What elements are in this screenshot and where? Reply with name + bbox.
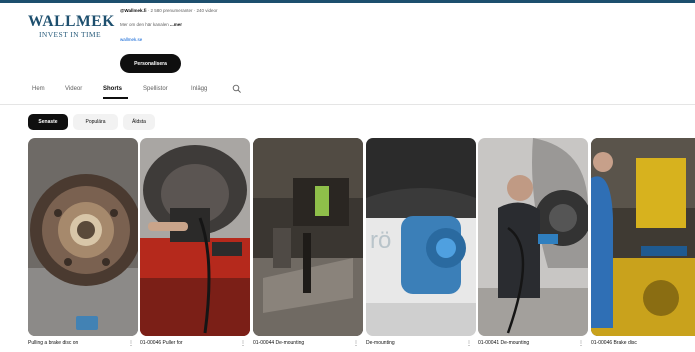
tab-videos[interactable]: Videor	[65, 86, 82, 92]
short-thumbnail-image	[253, 138, 363, 336]
search-icon[interactable]	[232, 84, 242, 94]
short-thumbnail-image	[28, 138, 138, 336]
short-thumbnail[interactable]	[253, 138, 363, 336]
svg-text:rö: rö	[370, 227, 391, 254]
short-title[interactable]: 01-00044 De-mounting	[253, 340, 349, 350]
short-title[interactable]: Pulling a brake disc on	[28, 340, 124, 350]
tab-playlists[interactable]: Spellistor	[143, 86, 168, 92]
channel-description-text: Mer om den här kanalen	[120, 22, 171, 27]
channel-page: WALLMEK INVEST IN TIME @Wallmek.fi · 2 5…	[0, 0, 695, 352]
channel-stats: · 2 580 prenumeranter · 240 videor	[146, 8, 218, 13]
short-title[interactable]: De-mounting	[366, 340, 462, 350]
short-thumbnail[interactable]	[28, 138, 138, 336]
logo-wordmark: WALLMEK	[28, 13, 115, 30]
short-title[interactable]: 01-00046 Puller for	[140, 340, 236, 350]
channel-logo[interactable]: WALLMEK INVEST IN TIME	[28, 13, 115, 47]
short-title[interactable]: 01-00041 De-mounting	[478, 340, 574, 350]
short-title[interactable]: 01-00046 Brake disc	[591, 340, 687, 350]
channel-handle: @Wallmek.fi	[120, 8, 147, 13]
tab-home[interactable]: Hem	[32, 86, 45, 92]
short-thumbnail-image	[140, 138, 250, 336]
short-thumbnail-image	[478, 138, 588, 336]
active-tab-indicator	[103, 97, 128, 99]
channel-description[interactable]: Mer om den här kanalen ...mer	[120, 22, 182, 27]
short-thumbnail-image	[591, 138, 695, 336]
channel-tabs: Hem Videor Shorts Spellistor Inlägg	[28, 82, 668, 99]
more-vertical-icon[interactable]: ⋮	[353, 340, 359, 350]
chip-latest[interactable]: Senaste	[28, 114, 68, 130]
channel-meta: @Wallmek.fi · 2 580 prenumeranter · 240 …	[120, 8, 218, 13]
short-thumbnail[interactable]	[140, 138, 250, 336]
personalize-button[interactable]: Personalisera	[120, 54, 181, 73]
more-link[interactable]: ...mer	[170, 22, 182, 27]
top-accent-bar	[0, 0, 695, 3]
short-thumbnail[interactable]: rö	[366, 138, 476, 336]
chip-popular[interactable]: Populära	[73, 114, 118, 130]
tabs-divider	[0, 104, 695, 105]
short-thumbnail[interactable]	[591, 138, 695, 336]
chip-oldest[interactable]: Äldsta	[123, 114, 155, 130]
more-vertical-icon[interactable]: ⋮	[578, 340, 584, 350]
channel-link[interactable]: wallmek.se	[120, 37, 142, 42]
tab-posts[interactable]: Inlägg	[191, 86, 207, 92]
short-thumbnail-image: rö	[366, 138, 476, 336]
more-vertical-icon[interactable]: ⋮	[466, 340, 472, 350]
tab-shorts[interactable]: Shorts	[103, 86, 122, 92]
more-vertical-icon[interactable]: ⋮	[128, 340, 134, 350]
logo-tagline: INVEST IN TIME	[39, 30, 101, 39]
short-thumbnail[interactable]	[478, 138, 588, 336]
more-vertical-icon[interactable]: ⋮	[240, 340, 246, 350]
